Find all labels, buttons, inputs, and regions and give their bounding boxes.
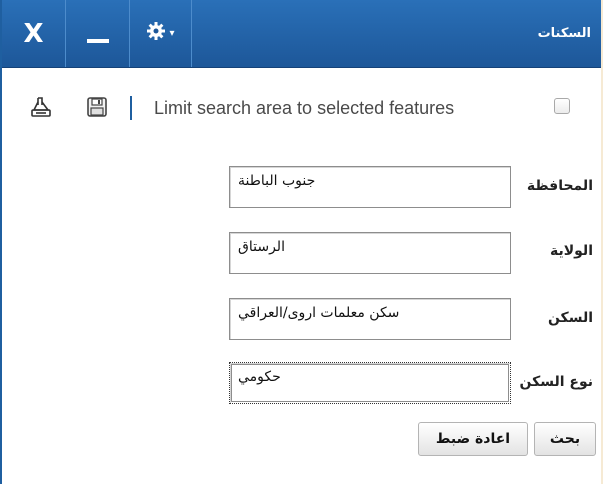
panel-toolbar: Limit search area to selected features (2, 88, 601, 128)
wilayat-field[interactable]: الرستاق (229, 232, 511, 274)
housing-type-field[interactable]: حكومي (229, 362, 511, 404)
minimize-icon (86, 38, 109, 43)
minimize-button[interactable] (66, 0, 130, 67)
print-icon[interactable] (28, 94, 54, 120)
governorate-label: المحافظة (526, 178, 593, 194)
housing-type-label: نوع السكن (519, 374, 593, 390)
chevron-down-icon: ▾ (169, 28, 175, 39)
wilayat-label: الولاية (549, 243, 593, 259)
close-icon: X (23, 18, 44, 49)
toolbar-divider (130, 96, 132, 120)
gear-icon (146, 21, 166, 47)
settings-menu-button[interactable]: ▾ (130, 0, 192, 67)
search-button[interactable]: بحث (534, 422, 596, 456)
housing-field[interactable]: سكن معلمات اروى/العراقي (229, 298, 511, 340)
search-panel: X ▾ السكنات Limit search area to selecte… (0, 0, 601, 484)
panel-title: السكنات (537, 26, 591, 41)
governorate-field[interactable]: جنوب الباطنة (229, 166, 511, 208)
close-button[interactable]: X (2, 0, 66, 67)
limit-search-checkbox[interactable] (554, 98, 570, 114)
limit-search-label: Limit search area to selected features (154, 98, 455, 118)
reset-button[interactable]: اعادة ضبط (418, 422, 528, 456)
panel-titlebar: X ▾ السكنات (2, 0, 601, 68)
save-icon[interactable] (84, 94, 110, 120)
housing-label: السكن (547, 310, 593, 326)
